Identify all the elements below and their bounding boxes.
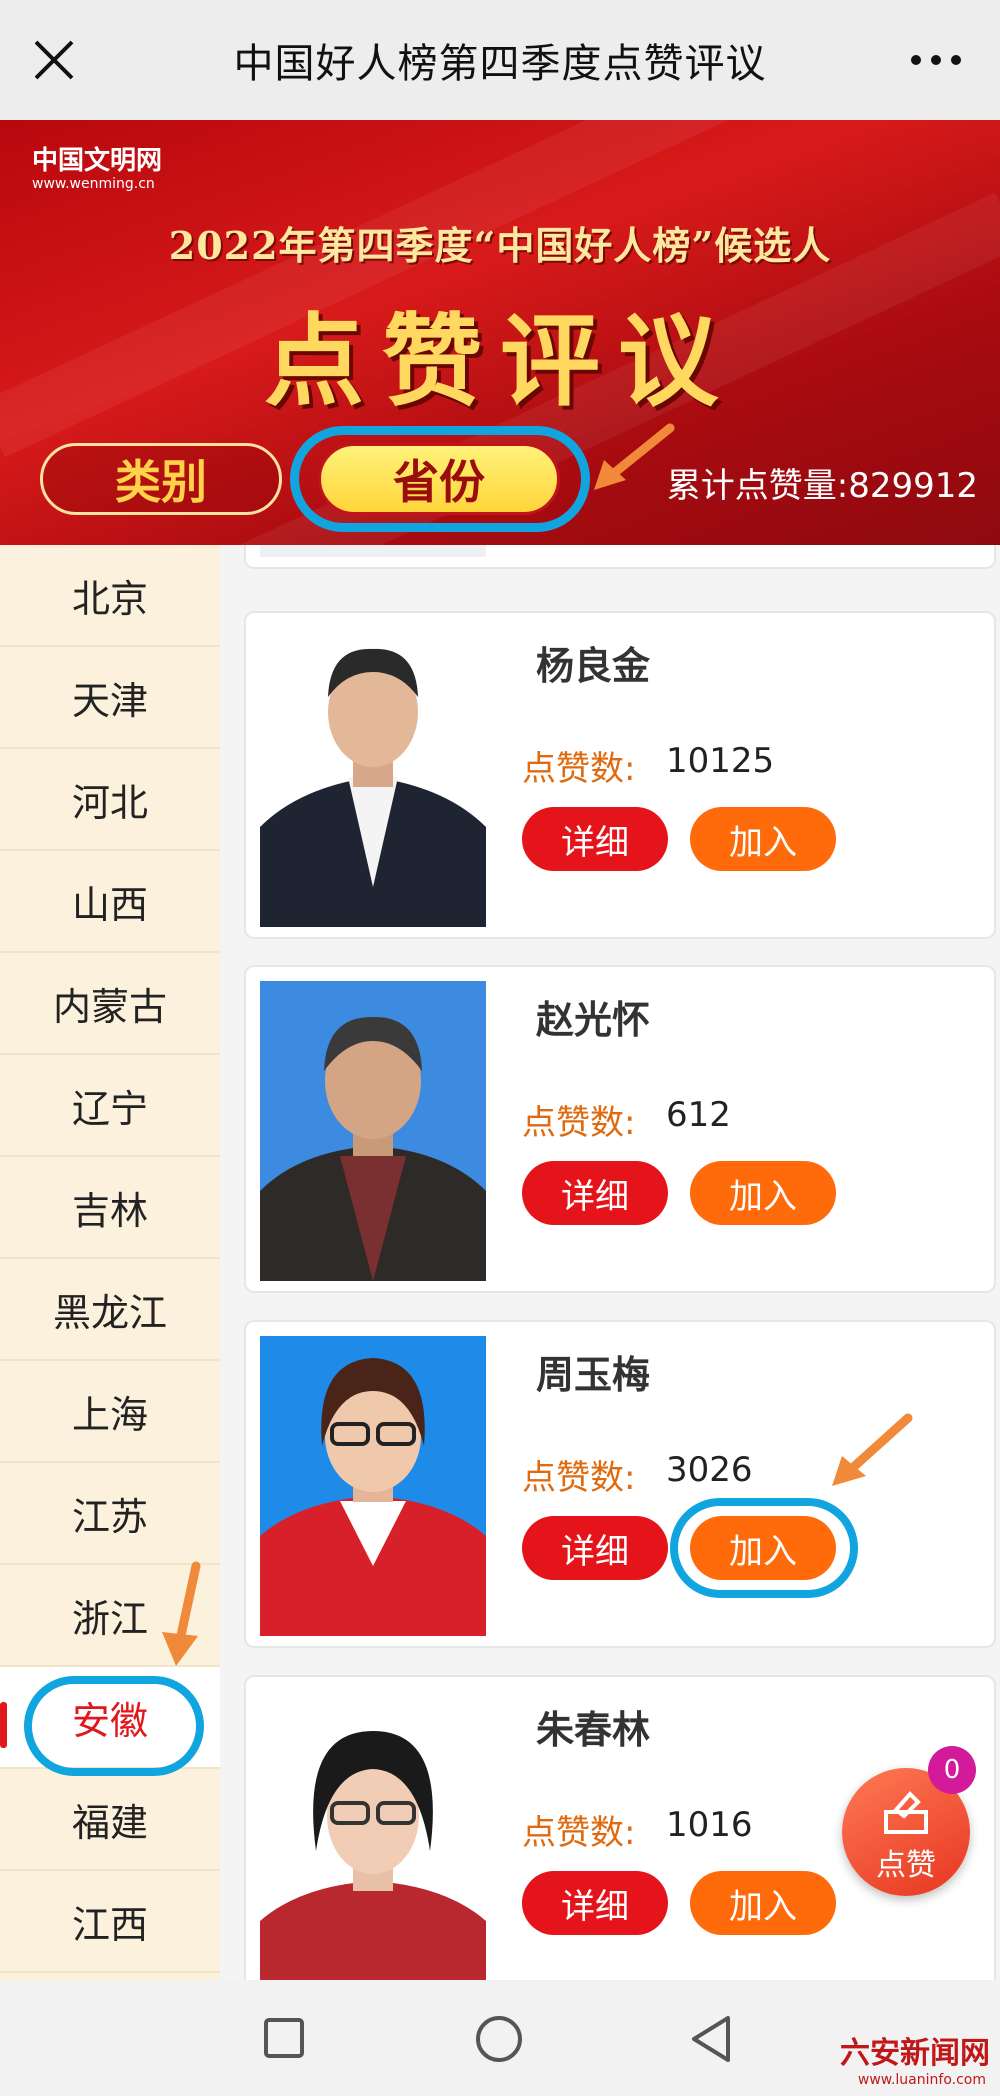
likes-label: 点赞数:	[522, 1103, 636, 1143]
like-count-badge: 0	[928, 1746, 976, 1794]
sidebar-item-beijing[interactable]: 北京	[0, 545, 220, 647]
wenming-url: www.wenming.cn	[32, 176, 155, 192]
sidebar-item-label: 江西	[71, 1902, 148, 1947]
sidebar-item-label: 福建	[71, 1800, 148, 1845]
candidate-photo[interactable]	[260, 1336, 486, 1636]
sidebar-item-label: 河北	[71, 780, 148, 825]
arrow-annotation-icon	[832, 1413, 913, 1486]
highlight-ring-join	[670, 1498, 858, 1598]
candidate-photo[interactable]	[260, 1691, 486, 1980]
likes-label: 点赞数:	[522, 1813, 636, 1853]
likes-label: 点赞数:	[522, 749, 636, 789]
sidebar-item-hebei[interactable]: 河北	[0, 749, 220, 851]
banner-heading: 2022年第四季度“中国好人榜”候选人	[168, 223, 832, 268]
likes-count: 10125	[666, 741, 775, 781]
top-bar: 中国好人榜第四季度点赞评议	[0, 0, 1000, 120]
arrow-annotation-icon	[162, 1561, 201, 1666]
sidebar-item-label: 吉林	[71, 1188, 148, 1233]
more-options-icon[interactable]	[908, 44, 964, 76]
sidebar-item-label: 内蒙古	[52, 984, 167, 1029]
sidebar-item-tianjin[interactable]: 天津	[0, 647, 220, 749]
sidebar-item-jilin[interactable]: 吉林	[0, 1157, 220, 1259]
page-title: 中国好人榜第四季度点赞评议	[233, 41, 767, 87]
sidebar-item-jiangsu[interactable]: 江苏	[0, 1463, 220, 1565]
active-indicator	[0, 1702, 7, 1748]
sidebar-item-jiangxi[interactable]: 江西	[0, 1871, 220, 1973]
detail-button[interactable]: 详细	[522, 1871, 668, 1935]
highlight-ring-province	[290, 426, 590, 532]
sidebar-item-label: 黑龙江	[52, 1290, 167, 1335]
likes-count: 612	[666, 1095, 731, 1135]
back-icon[interactable]	[688, 2014, 734, 2064]
header-banner: 中国文明网 www.wenming.cn 2022年第四季度“中国好人榜”候选人…	[0, 120, 1000, 545]
candidate-photo[interactable]	[260, 627, 486, 927]
candidate-list: 杨良金 点赞数: 10125 详细 加入 赵光怀 点赞数: 612 详细 加入 …	[220, 545, 1000, 1980]
highlight-ring-anhui	[24, 1676, 204, 1776]
candidate-name: 赵光怀	[536, 998, 651, 1042]
wenming-logo: 中国文明网	[32, 146, 163, 176]
candidate-name: 周玉梅	[536, 1353, 651, 1397]
candidate-card: 周玉梅 点赞数: 3026 详细 加入	[244, 1320, 996, 1648]
floating-like-label: 点赞	[876, 1848, 936, 1883]
likes-label: 点赞数:	[522, 1458, 636, 1498]
likes-count: 3026	[666, 1450, 753, 1490]
candidate-photo[interactable]	[260, 981, 486, 1281]
join-button[interactable]: 加入	[690, 807, 836, 871]
sidebar-item-label: 山西	[71, 882, 148, 927]
app-screen: 中国好人榜第四季度点赞评议 中国文明网 www.wenming.cn 2022年…	[0, 0, 1000, 2096]
join-button[interactable]: 加入	[690, 1161, 836, 1225]
recent-apps-icon[interactable]	[262, 2016, 306, 2060]
sidebar-item-shanghai[interactable]: 上海	[0, 1361, 220, 1463]
home-icon[interactable]	[474, 2014, 524, 2064]
candidate-card: 杨良金 点赞数: 10125 详细 加入	[244, 611, 996, 939]
sidebar-item-neimenggu[interactable]: 内蒙古	[0, 953, 220, 1055]
sidebar-item-fujian[interactable]: 福建	[0, 1769, 220, 1871]
sidebar-item-label: 江苏	[71, 1494, 148, 1539]
detail-button[interactable]: 详细	[522, 1516, 668, 1580]
join-button[interactable]: 加入	[690, 1871, 836, 1935]
candidate-name: 杨良金	[536, 644, 651, 688]
close-icon[interactable]	[28, 34, 80, 86]
sidebar-item-label: 北京	[71, 576, 148, 621]
sidebar-item-label: 天津	[71, 678, 148, 723]
detail-button[interactable]: 详细	[522, 807, 668, 871]
sidebar-item-label: 上海	[71, 1392, 148, 1437]
watermark-url: www.luaninfo.com	[857, 2072, 986, 2088]
banner-big-title: 点赞评议	[264, 302, 736, 420]
floating-like-button[interactable]: 点赞 0	[842, 1746, 976, 1896]
vote-box-icon	[884, 1791, 928, 1834]
sidebar-item-heilongjiang[interactable]: 黑龙江	[0, 1259, 220, 1361]
total-likes: 累计点赞量:829912	[666, 466, 978, 506]
candidate-name: 朱春林	[536, 1708, 651, 1752]
candidate-photo	[260, 545, 486, 557]
sidebar-item-liaoning[interactable]: 辽宁	[0, 1055, 220, 1157]
tab-category[interactable]: 类别	[40, 443, 282, 515]
watermark-logo: 六安新闻网	[840, 2036, 990, 2071]
likes-count: 1016	[666, 1805, 753, 1845]
detail-button[interactable]: 详细	[522, 1161, 668, 1225]
candidate-card	[244, 545, 996, 569]
sidebar-item-label: 辽宁	[71, 1086, 148, 1131]
sidebar-item-shanxi[interactable]: 山西	[0, 851, 220, 953]
candidate-card: 赵光怀 点赞数: 612 详细 加入	[244, 965, 996, 1293]
sidebar-item-label: 浙江	[71, 1596, 148, 1641]
